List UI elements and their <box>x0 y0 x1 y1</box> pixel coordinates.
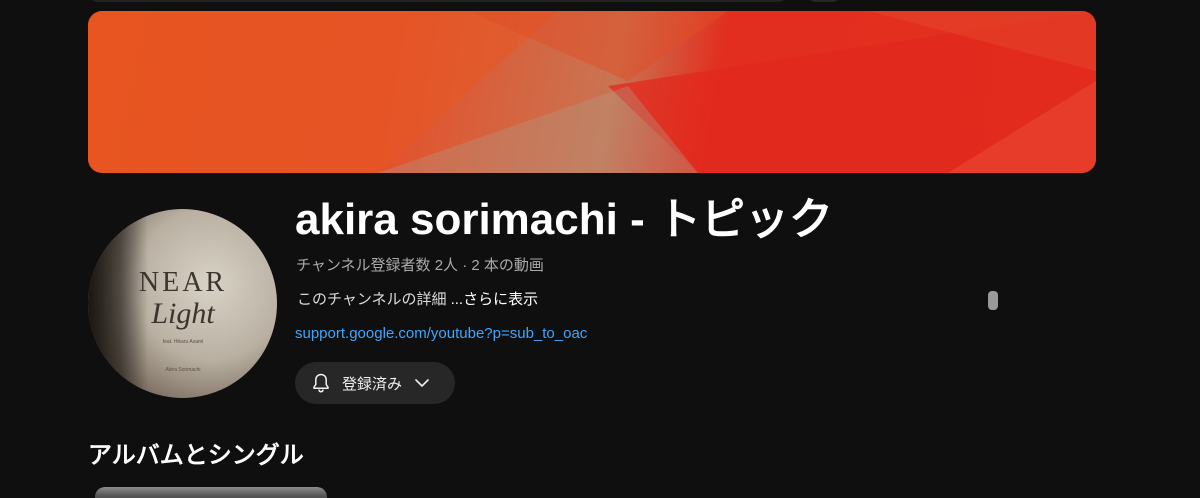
subscribed-label: 登録済み <box>342 375 403 393</box>
channel-meta: チャンネル登録者数 2人 · 2 本の動画 <box>296 257 544 274</box>
chevron-down-icon <box>412 373 432 393</box>
channel-avatar[interactable]: NEAR Light feat. Hikaru Asami Akira Sori… <box>88 209 277 398</box>
avatar-art-line4: Akira Sorimachi <box>165 367 201 373</box>
scroll-handle[interactable] <box>988 291 998 310</box>
show-more-link[interactable]: ...さらに表示 <box>451 291 539 308</box>
channel-link[interactable]: support.google.com/youtube?p=sub_to_oac <box>295 324 587 344</box>
description-text: このチャンネルの詳細 <box>297 291 447 308</box>
avatar-art-line3: feat. Hikaru Asami <box>162 339 204 345</box>
subscribed-button[interactable]: 登録済み <box>295 362 455 404</box>
avatar-art-line1: NEAR <box>138 267 228 298</box>
channel-banner <box>88 11 1096 173</box>
avatar-art-line2: Light <box>151 297 215 330</box>
bell-icon <box>309 371 333 395</box>
top-bar-remnant <box>88 0 788 2</box>
channel-title: akira sorimachi - トピック <box>295 195 833 244</box>
channel-description[interactable]: このチャンネルの詳細 ...さらに表示 <box>297 290 538 310</box>
album-thumbnail[interactable] <box>95 487 327 498</box>
top-button-remnant <box>806 0 842 2</box>
banner-art <box>88 11 1096 173</box>
channel-page: NEAR Light feat. Hikaru Asami Akira Sori… <box>0 0 1200 498</box>
albums-section-title: アルバムとシングル <box>88 442 304 469</box>
